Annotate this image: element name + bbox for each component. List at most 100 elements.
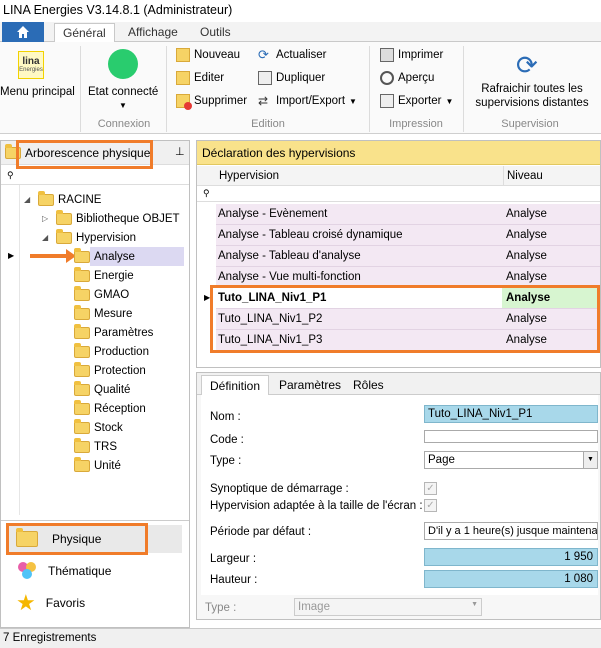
adaptee-checkbox[interactable]: ✓: [424, 499, 437, 512]
grid-filter-row[interactable]: ⚲: [197, 186, 600, 202]
table-row[interactable]: Analyse - Evènement Analyse: [216, 204, 600, 225]
tab-outils[interactable]: Outils: [192, 23, 239, 42]
hauteur-field[interactable]: 1 080: [424, 570, 598, 588]
tree-node-10[interactable]: TRS: [74, 437, 117, 456]
chevron-down-icon: ▼: [445, 96, 454, 106]
niveau-cell: Analyse: [506, 229, 547, 241]
table-row[interactable]: Tuto_LINA_Niv1_P3 Analyse: [216, 330, 600, 351]
tab-definition[interactable]: Définition: [201, 375, 270, 396]
tree-filter-row[interactable]: ⚲: [1, 167, 189, 185]
label-type: Type :: [210, 455, 242, 467]
label-code: Code :: [210, 434, 244, 446]
tab-affichage[interactable]: Affichage: [120, 23, 186, 42]
periode-field[interactable]: D'il y a 1 heure(s) jusque maintenant: [424, 522, 598, 540]
hypervision-cell: Analyse - Evènement: [218, 208, 328, 220]
actualiser-button[interactable]: ⟳ Actualiser: [258, 48, 327, 62]
row-selector-icon: ▶: [204, 293, 211, 302]
label-synoptique: Synoptique de démarrage :: [210, 483, 349, 495]
folder-icon: [74, 361, 90, 377]
export-icon: [380, 94, 394, 108]
pin-icon[interactable]: ⊥: [175, 145, 185, 158]
apercu-button[interactable]: Aperçu: [380, 71, 434, 85]
tree-node-8[interactable]: Réception: [74, 399, 146, 418]
table-row[interactable]: Analyse - Tableau d'analyse Analyse: [216, 246, 600, 267]
tree-node-3[interactable]: Mesure: [74, 304, 132, 323]
import-export-button[interactable]: ⇄ Import/Export ▼: [258, 94, 357, 108]
folder-icon: [74, 285, 90, 301]
nav-thematique[interactable]: Thématique: [6, 557, 111, 585]
tree-node-6[interactable]: Protection: [74, 361, 146, 380]
nom-field[interactable]: Tuto_LINA_Niv1_P1: [424, 405, 598, 423]
folder-icon: [5, 144, 21, 159]
niveau-cell: Analyse: [506, 313, 547, 325]
col-niveau[interactable]: Niveau: [507, 170, 543, 182]
annotation-arrow: [30, 254, 70, 258]
group-supervision-label: Supervision: [501, 118, 559, 130]
tree-node-2[interactable]: GMAO: [74, 285, 129, 304]
folder-icon: [74, 456, 90, 472]
folder-icon: [74, 399, 90, 415]
tree-node-racine[interactable]: ◢ RACINE: [24, 190, 101, 209]
chevron-down-icon: ▼: [119, 101, 127, 110]
chevron-down-icon: ▼: [349, 96, 357, 106]
table-row[interactable]: Analyse - Tableau croisé dynamique Analys…: [216, 225, 600, 246]
hypervision-cell: Tuto_LINA_Niv1_P3: [218, 334, 323, 346]
etat-connecte-button[interactable]: Etat connecté ▼: [84, 45, 164, 115]
hypervision-cell: Analyse - Vue multi-fonction: [218, 271, 361, 283]
menu-principal-button[interactable]: lina Energies Menu principal: [0, 45, 84, 115]
table-row[interactable]: Tuto_LINA_Niv1_P1 Analyse: [216, 288, 600, 309]
group-edition-label: Edition: [251, 118, 285, 130]
folder-icon: [74, 380, 90, 396]
tree-node-bibliotheque[interactable]: ▷ Bibliotheque OBJET: [42, 209, 180, 228]
tree-node-9[interactable]: Stock: [74, 418, 123, 437]
chevron-down-icon[interactable]: ▼: [583, 452, 597, 468]
row-selector-icon: ▶: [8, 251, 15, 260]
label-hauteur: Hauteur :: [210, 574, 258, 586]
folder-icon: [74, 247, 90, 263]
dupliquer-button[interactable]: Dupliquer: [258, 71, 325, 85]
home-button[interactable]: [2, 22, 44, 42]
synoptique-checkbox[interactable]: ✓: [424, 482, 437, 495]
folder-icon: [74, 304, 90, 320]
rafraichir-supervisions-button[interactable]: ⟳ Rafraichir toutes les supervisions dis…: [466, 45, 598, 115]
tree-node-4[interactable]: Paramètres: [74, 323, 153, 342]
import-export-icon: ⇄: [258, 94, 269, 108]
group-impression-label: Impression: [389, 118, 443, 130]
nav-favoris[interactable]: ★ Favoris: [6, 589, 85, 617]
table-row[interactable]: Tuto_LINA_Niv1_P2 Analyse: [216, 309, 600, 330]
edit-icon: [176, 71, 190, 85]
exporter-button[interactable]: Exporter ▼: [380, 94, 453, 108]
tree-node-hypervision[interactable]: ◢ Hypervision: [42, 228, 136, 247]
supprimer-button[interactable]: Supprimer: [176, 94, 247, 110]
etat-connecte-label: Etat connecté: [88, 86, 159, 98]
preview-icon: [380, 71, 394, 85]
tree-node-5[interactable]: Production: [74, 342, 149, 361]
tree-node-11[interactable]: Unité: [74, 456, 121, 475]
nav-physique[interactable]: Physique: [6, 525, 182, 553]
tree-node-1[interactable]: Energie: [74, 266, 134, 285]
label-type-bottom: Type :: [205, 602, 237, 614]
tab-parametres[interactable]: Paramètres: [271, 375, 349, 395]
folder-icon: [38, 190, 54, 206]
type-bottom-select[interactable]: Image ▼: [294, 598, 482, 616]
folder-icon: [74, 323, 90, 339]
largeur-field[interactable]: 1 950: [424, 548, 598, 566]
hypervision-cell: Analyse - Tableau d'analyse: [218, 250, 361, 262]
tab-roles[interactable]: Rôles: [345, 375, 392, 395]
group-connexion-label: Connexion: [97, 118, 151, 130]
imprimer-button[interactable]: Imprimer: [380, 48, 443, 62]
code-field[interactable]: [424, 430, 598, 443]
col-hypervision[interactable]: Hypervision: [219, 170, 279, 182]
table-row[interactable]: Analyse - Vue multi-fonction Analyse: [216, 267, 600, 288]
editer-button[interactable]: Editer: [176, 71, 224, 85]
hypervision-cell: Analyse - Tableau croisé dynamique: [218, 229, 403, 241]
tree-node-7[interactable]: Qualité: [74, 380, 130, 399]
expand-arrow-icon: ◢: [24, 195, 31, 204]
grid-column-headers: Hypervision Niveau: [197, 166, 600, 186]
nouveau-button[interactable]: Nouveau: [176, 48, 240, 62]
tree-node-0[interactable]: Analyse: [74, 247, 135, 266]
connected-status-icon: [108, 49, 138, 79]
left-panel-header: Arborescence physique: [1, 141, 189, 165]
tab-general[interactable]: Général: [54, 23, 115, 43]
type-select[interactable]: Page ▼: [424, 451, 598, 469]
